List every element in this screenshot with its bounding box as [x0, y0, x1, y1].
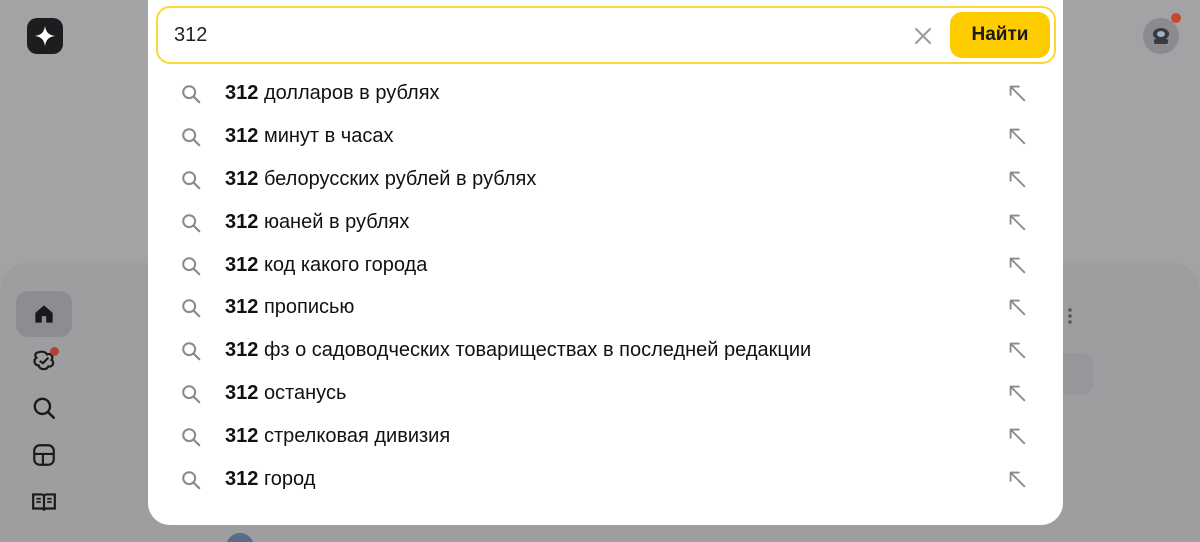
suggestion-completion: код какого города [263, 253, 428, 276]
arrow-up-left-icon[interactable] [1006, 382, 1028, 404]
arrow-up-left-icon[interactable] [1006, 211, 1028, 233]
suggestion-item[interactable]: 312 долларов в рублях [148, 72, 1063, 115]
suggestion-completion: город [263, 467, 316, 490]
suggestion-completion: стрелковая дивизия [263, 425, 451, 448]
suggestion-text: 312 код какого города [225, 254, 427, 277]
suggestion-completion: минут в часах [263, 124, 394, 147]
suggestion-text: 312 прописью [225, 296, 354, 319]
search-icon [182, 170, 201, 190]
suggestion-item[interactable]: 312 фз о садоводческих товариществах в п… [148, 329, 1063, 372]
suggestion-query-match: 312 [225, 253, 259, 276]
suggestion-query-match: 312 [225, 339, 259, 362]
side-navigation [16, 291, 74, 526]
avatar-icon [1153, 28, 1169, 44]
arrow-up-left-icon[interactable] [1006, 296, 1028, 318]
nav-services[interactable] [16, 432, 72, 478]
clear-search-button[interactable] [910, 23, 936, 49]
suggestion-query-match: 312 [225, 167, 259, 190]
arrow-up-left-icon[interactable] [1006, 339, 1028, 361]
suggestion-text: 312 стрелковая дивизия [225, 425, 450, 448]
search-icon [182, 213, 201, 233]
app-logo[interactable] [27, 18, 63, 54]
search-icon [33, 397, 56, 420]
suggestion-completion: долларов в рублях [263, 81, 440, 104]
arrow-up-left-icon[interactable] [1006, 125, 1028, 147]
search-icon [182, 342, 201, 361]
suggestion-item[interactable]: 312 минут в часах [148, 115, 1063, 158]
suggestion-completion: останусь [263, 382, 347, 405]
close-icon [915, 28, 931, 44]
suggestion-query-match: 312 [225, 210, 259, 233]
suggestion-text: 312 останусь [225, 382, 346, 405]
sparkle-logo-icon [34, 25, 56, 47]
suggestion-item[interactable]: 312 город [148, 458, 1063, 501]
search-icon [182, 256, 201, 275]
arrow-up-left-icon[interactable] [1006, 168, 1028, 190]
search-icon [182, 428, 201, 447]
nav-home[interactable] [16, 291, 72, 337]
suggestion-query-match: 312 [225, 425, 259, 448]
arrow-up-left-icon[interactable] [1006, 82, 1028, 104]
arrow-up-left-icon[interactable] [1006, 425, 1028, 447]
suggestion-completion: юаней в рублях [263, 210, 410, 233]
notification-dot [50, 347, 59, 356]
search-bar: Найти [156, 6, 1056, 64]
suggestion-completion: фз о садоводческих товариществах в после… [263, 339, 812, 362]
suggestion-query-match: 312 [225, 296, 259, 319]
suggestion-item[interactable]: 312 код какого города [148, 244, 1063, 287]
suggestion-list: 312 долларов в рублях 312 минут в часах 31… [148, 72, 1063, 501]
search-icon [182, 85, 201, 104]
suggestion-text: 312 минут в часах [225, 125, 393, 148]
search-icon [182, 128, 201, 147]
search-icon [182, 299, 201, 318]
search-submit-button[interactable]: Найти [950, 12, 1050, 58]
user-avatar[interactable] [1143, 18, 1179, 54]
home-icon [35, 305, 53, 323]
search-icon [182, 471, 201, 490]
arrow-up-left-icon[interactable] [1006, 254, 1028, 276]
nav-reading[interactable] [16, 479, 72, 525]
search-icon [182, 385, 201, 404]
layout-icon [33, 444, 55, 466]
suggestion-item[interactable]: 312 белорусских рублей в рублях [148, 158, 1063, 201]
suggestion-item[interactable]: 312 останусь [148, 372, 1063, 415]
suggestion-text: 312 фз о садоводческих товариществах в п… [225, 339, 811, 362]
suggestion-completion: прописью [263, 296, 355, 319]
book-icon [32, 493, 56, 511]
suggestion-text: 312 долларов в рублях [225, 82, 440, 105]
suggestion-item[interactable]: 312 стрелковая дивизия [148, 415, 1063, 458]
notification-dot [1171, 13, 1181, 23]
suggestion-completion: белорусских рублей в рублях [263, 167, 537, 190]
suggestion-query-match: 312 [225, 467, 259, 490]
search-input[interactable] [174, 20, 874, 50]
suggestion-query-match: 312 [225, 124, 259, 147]
search-suggest-panel: Найти 312 долларов в рублях312 минут в ч… [148, 0, 1063, 525]
more-options-icon[interactable] [1066, 306, 1074, 326]
suggestion-item[interactable]: 312 юаней в рублях [148, 201, 1063, 244]
nav-tasks[interactable] [16, 338, 72, 384]
arrow-up-left-icon[interactable] [1006, 468, 1028, 490]
suggestion-query-match: 312 [225, 382, 259, 405]
suggestion-query-match: 312 [225, 81, 259, 104]
nav-search[interactable] [16, 385, 72, 431]
suggestion-text: 312 белорусских рублей в рублях [225, 168, 536, 191]
suggestion-text: 312 город [225, 468, 315, 491]
suggestion-text: 312 юаней в рублях [225, 211, 409, 234]
suggestion-item[interactable]: 312 прописью [148, 286, 1063, 329]
